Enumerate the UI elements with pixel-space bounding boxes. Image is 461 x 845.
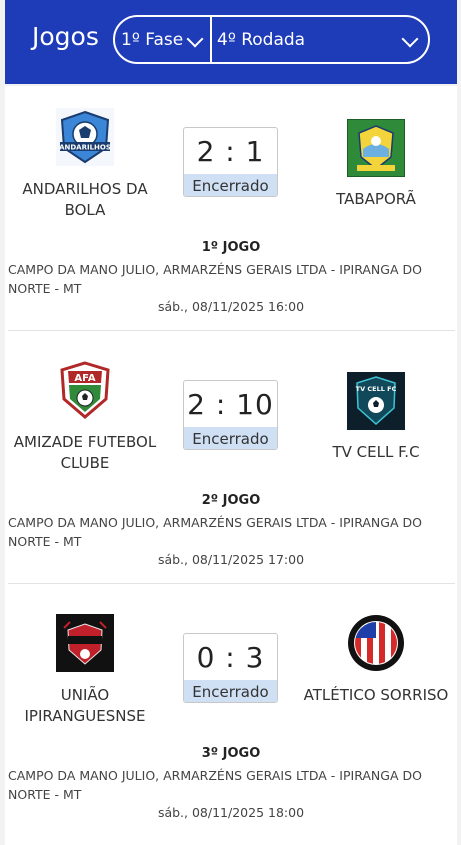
page-title: Jogos xyxy=(32,22,99,51)
status-badge: Encerrado xyxy=(184,427,277,449)
game-number: 1º JOGO xyxy=(201,240,261,255)
svg-text:TV CELL FC: TV CELL FC xyxy=(356,385,397,393)
chevron-down-icon xyxy=(186,30,204,48)
score-box: 2 : 10 Encerrado xyxy=(183,380,278,450)
tabapora-logo-icon xyxy=(347,119,405,177)
away-team-name: TV CELL F.C xyxy=(332,443,420,461)
uniao-logo-icon xyxy=(56,614,114,672)
match-datetime: sáb., 08/11/2025 18:00 xyxy=(157,805,305,820)
match-card-1[interactable]: ANDARILHOS ANDARILHOS DA BOLA 2 : 1 Ence… xyxy=(5,86,457,339)
venue-text: CAMPO DA MANO JULIO, ARMARZÉNS GERAIS LT… xyxy=(8,515,422,549)
atletico-sorriso-logo-icon xyxy=(348,615,404,671)
filter-pill: 1º Fase 4º Rodada xyxy=(113,15,430,64)
status-badge: Encerrado xyxy=(184,680,277,702)
score: 2 : 1 xyxy=(196,134,265,168)
svg-text:AFA: AFA xyxy=(74,373,95,384)
score: 2 : 10 xyxy=(187,387,274,421)
away-team-name: TABAPORÃ xyxy=(336,190,416,208)
score-box: 2 : 1 Encerrado xyxy=(183,127,278,197)
header-bar: Jogos 1º Fase 4º Rodada xyxy=(5,0,457,84)
svg-text:ANDARILHOS: ANDARILHOS xyxy=(59,144,111,152)
phase-select[interactable]: 1º Fase xyxy=(115,17,212,62)
home-team-name: AMIZADE FUTEBOL CLUBE xyxy=(13,433,157,472)
tvcell-logo-icon: TV CELL FC xyxy=(347,372,405,430)
away-team-name: ATLÉTICO SORRISO xyxy=(303,686,449,704)
round-select[interactable]: 4º Rodada xyxy=(212,17,428,62)
phase-select-label: 1º Fase xyxy=(121,29,184,50)
venue-text: CAMPO DA MANO JULIO, ARMARZÉNS GERAIS LT… xyxy=(8,768,422,802)
game-number: 2º JOGO xyxy=(201,493,261,508)
score: 0 : 3 xyxy=(196,640,265,674)
match-datetime: sáb., 08/11/2025 16:00 xyxy=(157,299,305,314)
afa-logo-icon: AFA xyxy=(56,361,114,419)
score-box: 0 : 3 Encerrado xyxy=(183,633,278,703)
home-team-name: UNIÃO IPIRANGUESNSE xyxy=(24,686,146,725)
status-badge: Encerrado xyxy=(184,174,277,196)
chevron-down-icon xyxy=(401,30,419,48)
venue-text: CAMPO DA MANO JULIO, ARMARZÉNS GERAIS LT… xyxy=(8,262,422,296)
divider xyxy=(8,330,455,331)
round-select-label: 4º Rodada xyxy=(217,29,306,50)
divider xyxy=(8,583,455,584)
home-team-name: ANDARILHOS DA BOLA xyxy=(22,180,148,219)
match-datetime: sáb., 08/11/2025 17:00 xyxy=(157,552,305,567)
game-number: 3º JOGO xyxy=(201,746,261,761)
match-card-2[interactable]: AFA AMIZADE FUTEBOL CLUBE 2 : 10 Encerra… xyxy=(5,339,457,592)
match-card-3[interactable]: UNIÃO IPIRANGUESNSE 0 : 3 Encerrado ATLÉ… xyxy=(5,592,457,845)
andarilhos-logo-icon: ANDARILHOS xyxy=(56,108,114,166)
